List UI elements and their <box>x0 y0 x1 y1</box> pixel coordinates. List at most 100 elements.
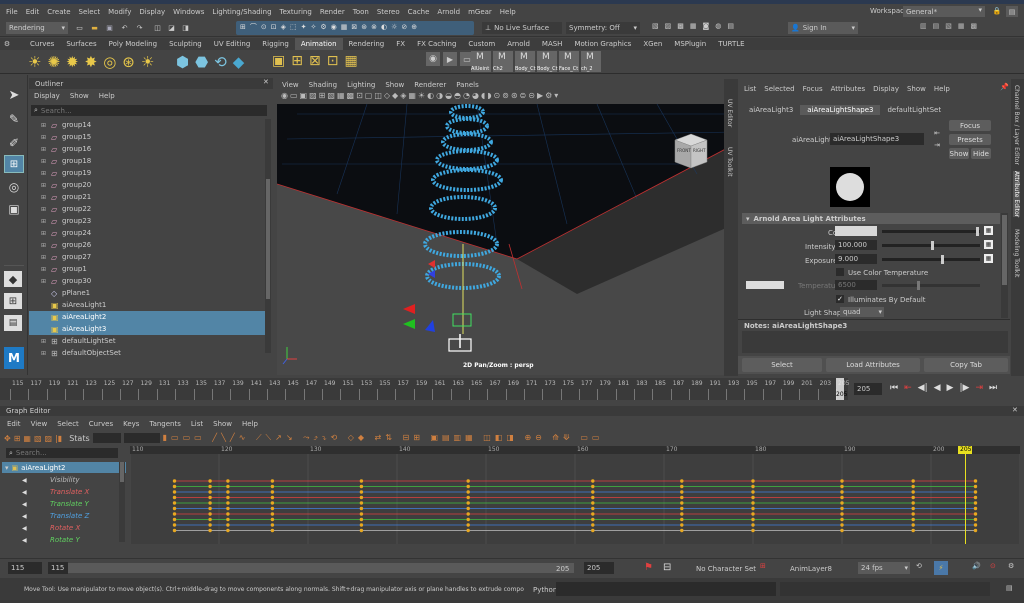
select-tool-icon[interactable]: ➤ <box>6 87 22 103</box>
ge-key[interactable] <box>751 512 755 516</box>
ge-key[interactable] <box>680 495 684 500</box>
go-to-end-icon[interactable]: ⏭ <box>989 383 997 393</box>
retime-icon[interactable]: ▨ <box>45 434 53 443</box>
range-slider[interactable] <box>68 563 574 573</box>
outliner-row[interactable]: ⊞ ▱ group14 <box>29 119 265 131</box>
expand-icon[interactable]: ⊞ <box>41 278 46 285</box>
ge-key[interactable] <box>751 506 755 511</box>
ge-key[interactable] <box>226 528 230 533</box>
ge-channel-row[interactable]: ◀ Rotate X <box>0 522 124 534</box>
camera-settings-icon[interactable]: ⚙ <box>545 91 552 100</box>
expand-icon[interactable]: ⊞ <box>41 206 46 213</box>
ge-key[interactable] <box>466 484 470 489</box>
shelf-tab-fxcaching[interactable]: FX Caching <box>411 38 462 50</box>
outliner-scroll-thumb[interactable] <box>266 179 270 299</box>
ge-key[interactable] <box>911 501 915 505</box>
ge-key[interactable] <box>172 501 177 505</box>
expand-icon[interactable]: ⊞ <box>41 266 46 273</box>
ae-menu-display[interactable]: Display <box>869 85 903 93</box>
outliner-row[interactable]: ⊞ ▱ group30 <box>29 275 265 287</box>
lock-icon[interactable]: 🔒 <box>992 6 1002 16</box>
play-icon[interactable]: ▶ <box>443 52 457 66</box>
viewport-menu-shading[interactable]: Shading <box>304 81 342 89</box>
expand-icon[interactable]: ⊞ <box>41 170 46 177</box>
ae-scroll-thumb[interactable] <box>1002 215 1007 285</box>
lights-icon[interactable]: ☼ <box>391 23 397 31</box>
ge-key[interactable] <box>359 490 364 494</box>
shelf-tab-msplugin[interactable]: MSPlugin <box>668 38 712 50</box>
poly-cylinder-icon[interactable]: ⟲ <box>214 53 227 71</box>
outliner-row[interactable]: ⊞ ⊞ defaultLightSet <box>29 335 265 347</box>
notes-field[interactable] <box>742 331 1008 353</box>
copy-tab-button[interactable]: Copy Tab <box>924 358 1008 372</box>
ge-key[interactable] <box>751 528 755 533</box>
film-gate-icon[interactable]: ▧ <box>327 91 335 100</box>
outliner-row[interactable]: ⊞ ▱ group27 <box>29 251 265 263</box>
ge-key[interactable] <box>840 501 844 505</box>
ae-menu-help[interactable]: Help <box>930 85 954 93</box>
ge-key[interactable] <box>226 517 230 522</box>
ge-channel-row[interactable]: ◀ Visibility <box>0 474 124 486</box>
menu-mgear[interactable]: mGear <box>464 8 496 16</box>
ge-key[interactable] <box>911 484 915 489</box>
expand-icon[interactable]: ⊞ <box>41 254 46 261</box>
render-cube-icon[interactable]: ▦ <box>344 53 357 69</box>
ge-key[interactable] <box>591 506 595 511</box>
viewport-canvas[interactable]: FRONT RIGHT 2D Pan/Zoom : persp <box>277 104 735 375</box>
ge-key[interactable] <box>226 512 230 516</box>
shelf-tab-rendering[interactable]: Rendering <box>343 38 391 50</box>
render-view-icon[interactable]: ▦ <box>690 22 697 30</box>
loop-icon[interactable]: ⟲ <box>916 562 922 570</box>
depth-of-field-icon[interactable]: ◔ <box>463 91 470 100</box>
node-name-field[interactable]: aiAreaLightShape3 <box>830 133 924 145</box>
ge-key[interactable] <box>226 490 230 494</box>
camera-light-icon[interactable]: ☀ <box>141 53 154 71</box>
ae-select-button[interactable]: Select <box>742 358 822 372</box>
shelf-custom-button[interactable]: M Ch2 <box>493 51 513 72</box>
playblast-icon[interactable]: ▶ <box>537 91 543 100</box>
outliner-row[interactable]: ⊞ ▱ group15 <box>29 131 265 143</box>
sound-icon[interactable]: 🔊 <box>972 562 981 570</box>
viewport-menu-lighting[interactable]: Lighting <box>342 81 380 89</box>
motion-blur-icon[interactable]: ◒ <box>445 91 452 100</box>
ge-key[interactable] <box>680 506 684 511</box>
snap-curve-icon[interactable]: ⌒ <box>250 22 257 32</box>
region-icon[interactable]: ▧ <box>34 434 42 443</box>
shelf-custom-button[interactable]: M Face_Ct <box>559 51 579 72</box>
ge-key[interactable] <box>359 479 364 483</box>
ge-key[interactable] <box>973 501 978 505</box>
shelf-tab-polymodeling[interactable]: Poly Modeling <box>103 38 163 50</box>
ge-key[interactable] <box>208 517 212 522</box>
outliner-row[interactable]: ⊞ ▱ group20 <box>29 179 265 191</box>
ge-key[interactable] <box>840 528 844 533</box>
ge-key[interactable] <box>208 528 212 533</box>
use-color-temp-checkbox[interactable] <box>836 268 844 276</box>
menu-edit[interactable]: Edit <box>22 8 44 16</box>
color-map-icon[interactable]: ▦ <box>984 226 993 235</box>
expand-icon[interactable]: ⊞ <box>41 338 46 345</box>
time-slider[interactable]: 115 117 119 121 123 125 127 129 131 133 135 137 139 1… <box>0 378 849 400</box>
menu-toon[interactable]: Toon <box>349 8 373 16</box>
render-frame-icon[interactable]: ▧ <box>652 22 659 30</box>
viewport-menu-show[interactable]: Show <box>380 81 409 89</box>
ge-key[interactable] <box>270 512 275 516</box>
wireframe-icon[interactable]: ◇ <box>384 91 390 100</box>
ae-menu-list[interactable]: List <box>740 85 760 93</box>
stats-field-frame[interactable] <box>92 433 121 443</box>
menu-select[interactable]: Select <box>75 8 105 16</box>
ge-key[interactable] <box>270 501 275 505</box>
menu-stereo[interactable]: Stereo <box>373 8 404 16</box>
menu-render[interactable]: Render <box>316 8 349 16</box>
ae-tab-aiarealight3[interactable]: aiAreaLight3 <box>742 105 800 115</box>
command-language[interactable]: Python <box>533 586 557 594</box>
camera-icon[interactable]: ◐ <box>381 23 387 31</box>
ge-key[interactable] <box>359 506 364 511</box>
ge-key[interactable] <box>208 501 212 505</box>
record-icon[interactable]: ⊙ <box>990 562 996 570</box>
ge-key[interactable] <box>591 523 595 527</box>
render-settings-icon[interactable]: ⚙ <box>320 23 326 31</box>
outliner-row[interactable]: ▣ aiAreaLight1 <box>29 299 265 311</box>
ge-key[interactable] <box>911 479 915 483</box>
ge-channel-row[interactable]: ◀ Translate Z <box>0 510 124 522</box>
snap-point-icon[interactable]: ⊙ <box>261 23 267 31</box>
